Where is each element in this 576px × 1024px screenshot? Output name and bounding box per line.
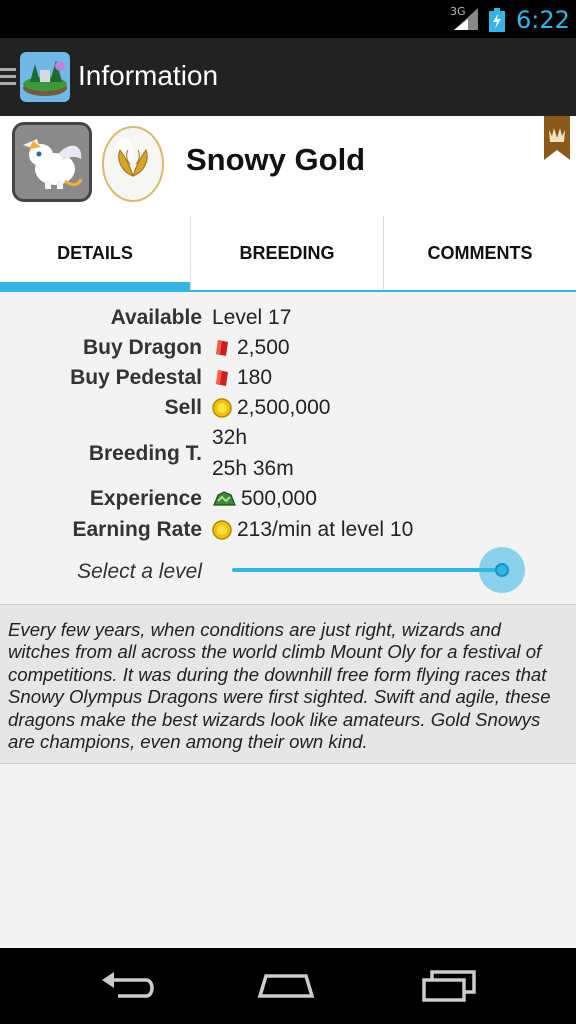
action-bar: Information [0, 38, 576, 116]
dragon-portrait [12, 122, 92, 202]
dragon-image-icon [15, 125, 89, 199]
available-value: Level 17 [212, 306, 291, 330]
sell-value-text: 2,500,000 [237, 396, 331, 419]
breeding-time-value-1-row: 32h [0, 426, 576, 456]
breeding-time-value-2-row: 25h 36m [0, 457, 576, 487]
level-slider-thumb[interactable] [495, 563, 509, 577]
earning-rate-value-text: 213/min at level 10 [237, 518, 414, 541]
battery-charging-icon [489, 8, 505, 32]
earning-rate-label: Earning Rate [72, 518, 202, 541]
buy-pedestal-value-text: 180 [237, 366, 273, 389]
app-logo-icon[interactable] [20, 52, 70, 102]
detail-row-buy-pedestal: Buy Pedestal 180 [0, 366, 576, 396]
tab-bar: DETAILS BREEDING COMMENTS [0, 216, 576, 292]
gem-icon [216, 370, 228, 386]
sell-value: 2,500,000 [212, 396, 330, 420]
signal-icon [454, 8, 478, 30]
detail-row-experience: Experience 500,000 [0, 487, 576, 517]
tab-breeding[interactable]: BREEDING [191, 216, 383, 290]
back-icon[interactable] [98, 968, 158, 1004]
buy-pedestal-value: 180 [212, 366, 272, 390]
experience-value: 500,000 [212, 487, 317, 511]
level-slider-track[interactable] [232, 568, 502, 572]
clock: 6:22 [516, 6, 570, 34]
details-panel: Available Level 17 Buy Dragon 2,500 Buy … [0, 292, 576, 604]
buy-dragon-value: 2,500 [212, 336, 290, 360]
gold-coin-icon [212, 520, 232, 540]
dragon-name: Snowy Gold [186, 142, 366, 177]
detail-row-sell: Sell 2,500,000 [0, 396, 576, 426]
navigation-bar [0, 948, 576, 1024]
egg-icon [102, 126, 164, 202]
buy-dragon-label: Buy Dragon [82, 336, 202, 359]
home-icon[interactable] [256, 968, 316, 1004]
drawer-menu-icon[interactable] [0, 68, 16, 86]
experience-value-text: 500,000 [241, 487, 317, 510]
detail-row-buy-dragon: Buy Dragon 2,500 [0, 336, 576, 366]
available-value-text: Level 17 [212, 306, 292, 329]
buy-pedestal-label: Buy Pedestal [70, 366, 202, 389]
selected-tab-indicator [0, 282, 190, 292]
available-label: Available [110, 306, 202, 329]
earning-rate-value: 213/min at level 10 [212, 518, 413, 542]
detail-row-earning-rate: Earning Rate 213/min at level 10 [0, 518, 576, 548]
sell-label: Sell [164, 396, 202, 419]
breeding-time-value-1: 32h [212, 426, 248, 449]
detail-row-available: Available Level 17 [0, 306, 576, 336]
description-box: Every few years, when conditions are jus… [0, 604, 576, 764]
page-title: Information [78, 60, 219, 91]
select-level-label: Select a level [77, 560, 202, 583]
status-bar: 3G 6:22 [0, 0, 576, 38]
experience-icon [213, 491, 236, 506]
experience-label: Experience [89, 487, 202, 510]
tab-comments[interactable]: COMMENTS [384, 216, 576, 290]
recent-apps-icon[interactable] [420, 968, 480, 1004]
buy-dragon-value-text: 2,500 [237, 336, 290, 359]
tab-details[interactable]: DETAILS [0, 216, 190, 290]
gold-coin-icon [212, 398, 232, 418]
breeding-time-value-2: 25h 36m [212, 457, 294, 480]
dragon-description: Every few years, when conditions are jus… [8, 619, 551, 753]
bookmark-ribbon-icon[interactable] [544, 116, 570, 160]
dragon-header: Snowy Gold [0, 116, 576, 216]
gem-icon [216, 340, 228, 356]
